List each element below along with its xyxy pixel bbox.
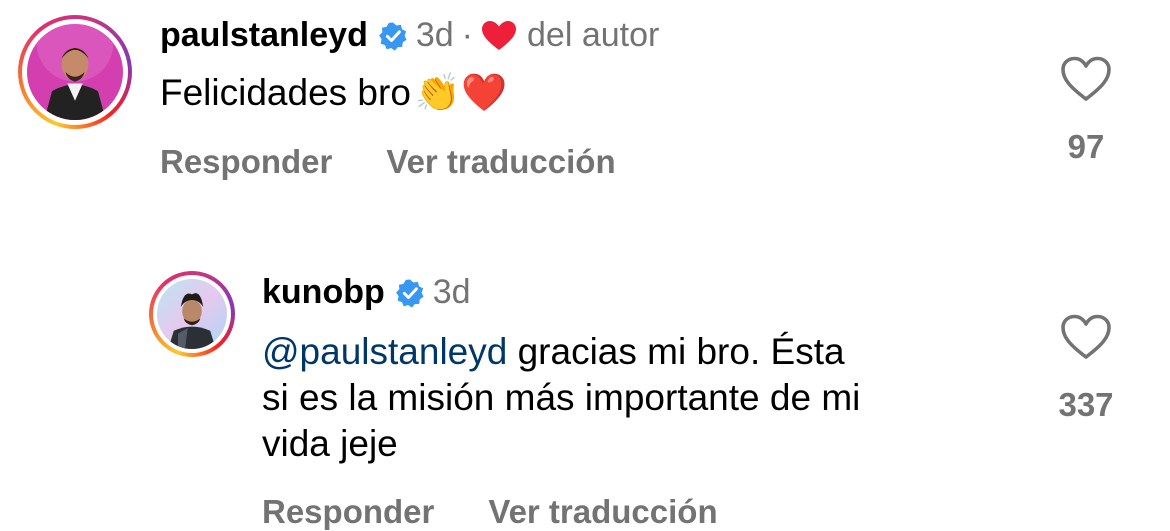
separator-dot: · <box>461 16 473 54</box>
translate-button[interactable]: Ver traducción <box>386 143 615 181</box>
heart-filled-icon <box>481 20 517 52</box>
reply-button[interactable]: Responder <box>160 143 332 181</box>
comment-time: 3d <box>415 16 454 54</box>
translate-button[interactable]: Ver traducción <box>488 493 717 531</box>
comment-header: paulstanleyd 3d · del autor <box>160 16 659 55</box>
comment-line-3: vida jeje <box>262 423 398 464</box>
comment-text: @paulstanleyd gracias mi bro. Ésta si es… <box>262 329 1022 467</box>
verified-badge-icon <box>378 21 408 51</box>
comment-body: Felicidades bro <box>160 72 411 113</box>
avatar-border <box>153 275 231 353</box>
like-count: 337 <box>1058 386 1114 423</box>
comment-time: 3d <box>432 273 471 311</box>
comment-line-2: si es la misión más importante de mi <box>262 377 861 418</box>
comment-actions: Responder Ver traducción <box>262 493 718 531</box>
avatar-border <box>22 19 128 125</box>
comment-header: kunobp 3d <box>262 273 471 312</box>
heart-outline-icon[interactable] <box>1060 314 1112 360</box>
comment-line-1-rest: gracias mi bro. Ésta <box>507 331 845 372</box>
comment-text: Felicidades bro 👏❤️ <box>160 70 507 116</box>
avatar-kunobp[interactable] <box>149 271 235 357</box>
comment-line-1: @paulstanleyd gracias mi bro. Ésta <box>262 329 1022 375</box>
avatar-image <box>157 279 227 349</box>
emoji-clap-heart: 👏❤️ <box>414 71 508 114</box>
avatar-image <box>27 24 123 120</box>
avatar-paulstanleyd[interactable] <box>18 15 132 129</box>
mention-link[interactable]: @paulstanleyd <box>262 331 507 372</box>
reply-button[interactable]: Responder <box>262 493 434 531</box>
author-liked-label: del autor <box>527 16 660 54</box>
verified-badge-icon <box>395 278 425 308</box>
like-count: 97 <box>1067 128 1105 165</box>
comment-actions: Responder Ver traducción <box>160 143 616 181</box>
username[interactable]: kunobp <box>262 273 385 312</box>
username[interactable]: paulstanleyd <box>160 16 368 55</box>
heart-outline-icon[interactable] <box>1060 56 1112 102</box>
